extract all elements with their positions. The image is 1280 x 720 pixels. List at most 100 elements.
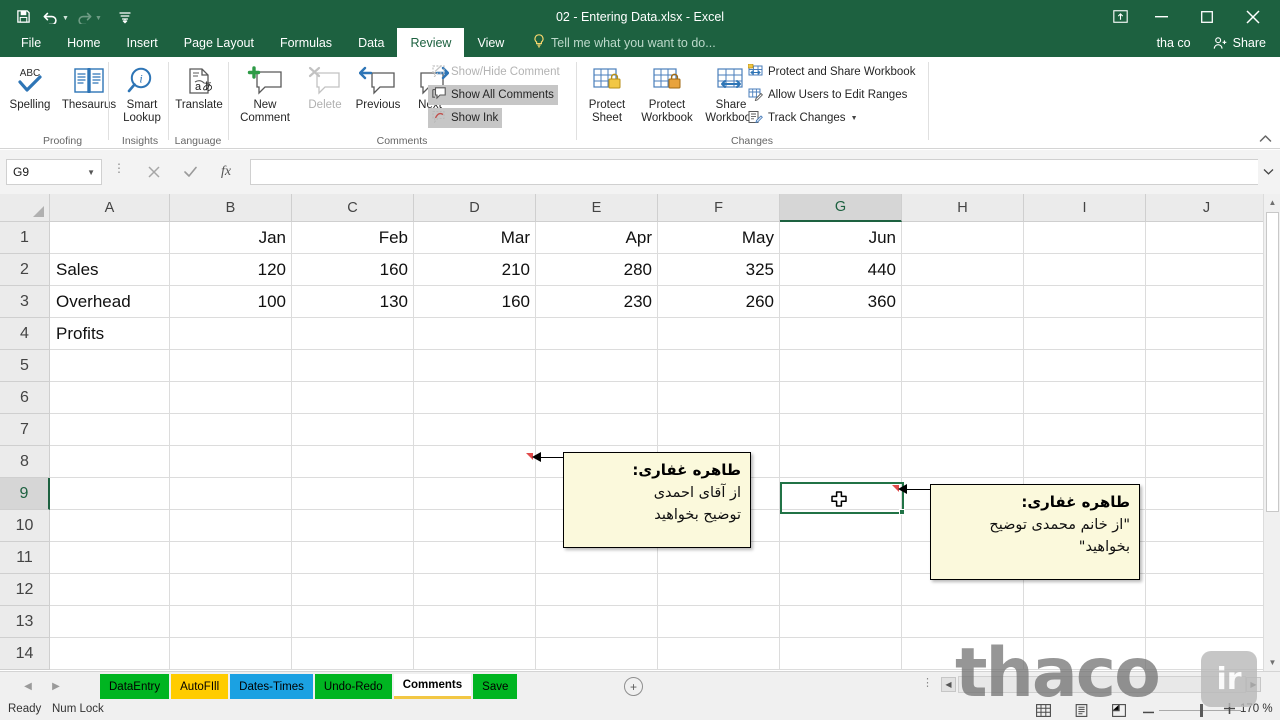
cell-J5[interactable] [1146,350,1268,382]
cell-E14[interactable] [536,638,658,670]
cell-G11[interactable] [780,542,902,574]
cell-D8[interactable] [414,446,536,478]
cell-J4[interactable] [1146,318,1268,350]
cell-value-G2[interactable]: 440 [780,254,902,286]
column-header-G[interactable]: G [780,194,902,222]
column-header-H[interactable]: H [902,194,1024,222]
sheet-tab-dataentry[interactable]: DataEntry [100,674,170,699]
ribbon-tab-file[interactable]: File [8,28,54,57]
close-button[interactable] [1230,2,1276,32]
cell-J13[interactable] [1146,606,1268,638]
cell-B10[interactable] [170,510,292,542]
row-header-2[interactable]: 2 [0,254,50,286]
ribbon-tab-view[interactable]: View [464,28,517,57]
row-header-5[interactable]: 5 [0,350,50,382]
cell-J11[interactable] [1146,542,1268,574]
cell-A11[interactable] [50,542,170,574]
cell-I13[interactable] [1024,606,1146,638]
sheet-tab-autofill[interactable]: AutoFIll [171,674,229,699]
cell-A10[interactable] [50,510,170,542]
view-page-break-button[interactable] [1108,702,1130,718]
cell-G13[interactable] [780,606,902,638]
restore-button[interactable] [1184,2,1230,32]
cell-C11[interactable] [292,542,414,574]
horizontal-scroll-thumb[interactable] [958,676,1246,693]
previous-comment-button[interactable]: Previous [348,61,408,112]
cell-B8[interactable] [170,446,292,478]
cell-D10[interactable] [414,510,536,542]
protect-and-share-workbook-button[interactable]: Protect and Share Workbook [744,62,919,82]
ribbon-tab-page-layout[interactable]: Page Layout [171,28,267,57]
cell-H14[interactable] [902,638,1024,670]
cell-value-A2[interactable]: Sales [50,254,170,286]
fill-handle[interactable] [899,509,905,515]
cell-H13[interactable] [902,606,1024,638]
show-ink-button[interactable]: Show Ink [428,108,503,128]
ribbon-tab-home[interactable]: Home [54,28,113,57]
scrollbar-grip[interactable]: ⋮ [922,678,933,689]
cell-B4[interactable] [170,318,292,350]
cell-value-E3[interactable]: 230 [536,286,658,318]
cell-B9[interactable] [170,478,292,510]
comment-box-1[interactable]: طاهره غفاری: از آقای احمدی توضیح بخواهید [563,452,751,548]
comment-box-2[interactable]: طاهره غفاری: "از خانم محمدی توضیح بخواهی… [930,484,1140,580]
cell-F5[interactable] [658,350,780,382]
cell-F7[interactable] [658,414,780,446]
cell-I1[interactable] [1024,222,1146,254]
cell-G6[interactable] [780,382,902,414]
show-all-comments-button[interactable]: Show All Comments [428,85,558,105]
previous-sheet-button[interactable]: ◀ [20,679,36,693]
insert-function-button[interactable]: fx [212,159,240,185]
cell-I4[interactable] [1024,318,1146,350]
cell-C4[interactable] [292,318,414,350]
cell-B11[interactable] [170,542,292,574]
cell-D5[interactable] [414,350,536,382]
cell-J1[interactable] [1146,222,1268,254]
cell-J14[interactable] [1146,638,1268,670]
cell-H3[interactable] [902,286,1024,318]
vertical-scroll-thumb[interactable] [1266,212,1279,512]
cell-B6[interactable] [170,382,292,414]
cell-G7[interactable] [780,414,902,446]
cell-H8[interactable] [902,446,1024,478]
row-header-13[interactable]: 13 [0,606,50,638]
cell-A8[interactable] [50,446,170,478]
row-header-1[interactable]: 1 [0,222,50,254]
cell-F12[interactable] [658,574,780,606]
cell-D11[interactable] [414,542,536,574]
cell-value-F1[interactable]: May [658,222,780,254]
cell-D14[interactable] [414,638,536,670]
cell-C10[interactable] [292,510,414,542]
zoom-out-button[interactable] [1143,702,1154,717]
allow-users-to-edit-ranges-button[interactable]: Allow Users to Edit Ranges [744,85,911,105]
row-header-10[interactable]: 10 [0,510,50,542]
cell-J12[interactable] [1146,574,1268,606]
cell-D12[interactable] [414,574,536,606]
scroll-up-icon[interactable]: ▲ [1264,194,1280,211]
sheet-tab-comments[interactable]: Comments [393,674,472,699]
share-button[interactable]: Share [1203,32,1276,54]
row-header-7[interactable]: 7 [0,414,50,446]
cell-G12[interactable] [780,574,902,606]
ribbon-tab-insert[interactable]: Insert [114,28,171,57]
cell-value-C2[interactable]: 160 [292,254,414,286]
cell-value-G1[interactable]: Jun [780,222,902,254]
cell-value-F3[interactable]: 260 [658,286,780,318]
cell-E13[interactable] [536,606,658,638]
cell-J7[interactable] [1146,414,1268,446]
name-box[interactable]: G9 ▼ [6,159,102,185]
cell-G8[interactable] [780,446,902,478]
cell-C7[interactable] [292,414,414,446]
expand-formula-bar-button[interactable] [1263,167,1274,177]
column-header-D[interactable]: D [414,194,536,222]
cell-H4[interactable] [902,318,1024,350]
protect-sheet-button[interactable]: Protect Sheet [580,61,634,125]
formula-input[interactable] [250,159,1258,185]
cell-H6[interactable] [902,382,1024,414]
cell-F4[interactable] [658,318,780,350]
ribbon-display-options-icon[interactable] [1102,2,1138,32]
cell-J10[interactable] [1146,510,1268,542]
cell-value-B3[interactable]: 100 [170,286,292,318]
column-header-C[interactable]: C [292,194,414,222]
cell-C12[interactable] [292,574,414,606]
